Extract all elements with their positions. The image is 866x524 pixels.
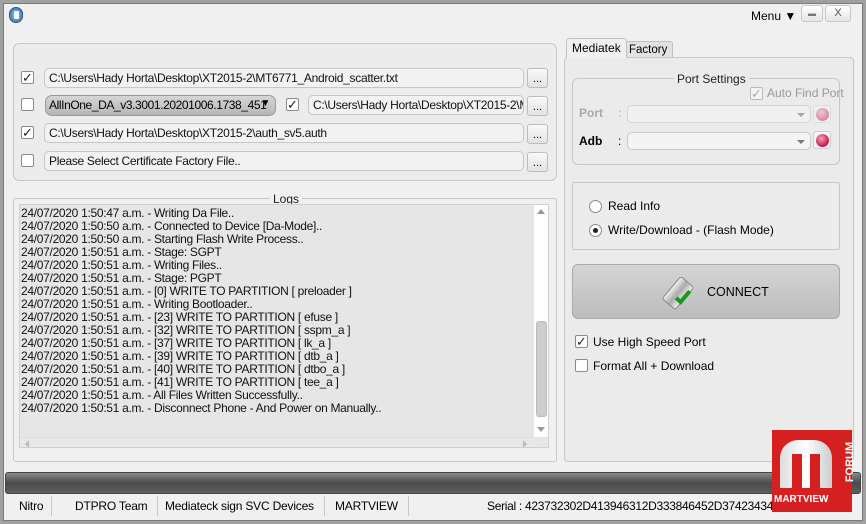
minimize-button[interactable]: ▬ [801, 5, 823, 22]
port-select[interactable] [627, 105, 811, 123]
log-output[interactable]: 24/07/2020 1:50:47 a.m. - Writing Da Fil… [19, 204, 549, 448]
chevron-down-icon: ▼ [260, 98, 271, 109]
tab-mediatek[interactable]: Mediatek [566, 38, 627, 58]
menu-button[interactable]: Menu ▼ [751, 9, 796, 23]
adb-label: Adb [579, 134, 603, 148]
scatter-browse-button[interactable]: ... [527, 68, 548, 88]
adb-colon: : [618, 134, 622, 148]
format-all-checkbox[interactable] [575, 359, 588, 372]
scroll-left-icon[interactable] [25, 440, 29, 447]
da-select[interactable]: AllInOne_DA_v3.3001.20201006.1738_451 ▼ [45, 95, 276, 116]
scroll-right-icon[interactable] [523, 440, 527, 447]
app-icon [9, 7, 23, 23]
auth-path-field[interactable]: C:\Users\Hady Horta\Desktop\XT2015-2\aut… [44, 123, 524, 143]
horizontal-scrollbar[interactable] [20, 437, 535, 447]
close-button[interactable]: X [825, 5, 851, 22]
scatter-path-field[interactable]: C:\Users\Hady Horta\Desktop\XT2015-2\MT6… [44, 68, 524, 88]
da-file-checkbox[interactable]: ✓ [286, 98, 299, 111]
high-speed-port-checkbox[interactable]: ✓ [575, 335, 588, 348]
high-speed-port-label: Use High Speed Port [593, 335, 706, 349]
scroll-up-icon[interactable] [537, 209, 545, 214]
adb-refresh-button[interactable] [813, 131, 831, 149]
auth-checkbox[interactable]: ✓ [21, 126, 34, 139]
mode-group [572, 182, 840, 250]
read-info-radio[interactable] [589, 200, 602, 213]
connect-button[interactable]: CONNECT [572, 264, 840, 319]
vertical-scrollbar[interactable] [534, 205, 548, 437]
port-colon: : [618, 106, 622, 120]
auto-find-port-label: Auto Find Port [767, 86, 844, 100]
refresh-gem-icon [816, 108, 829, 121]
adb-select[interactable] [627, 132, 811, 150]
format-all-label: Format All + Download [593, 359, 715, 373]
status-martview: MARTVIEW [325, 496, 409, 516]
martview-forum-logo: MARTVIEW FORUM [772, 430, 856, 512]
scroll-thumb[interactable] [536, 321, 547, 417]
log-line: 24/07/2020 1:50:51 a.m. - Disconnect Pho… [21, 401, 382, 415]
port-label: Port [579, 106, 603, 120]
write-download-label: Write/Download - (Flash Mode) [608, 223, 774, 237]
serial-number: Serial : 423732302D413946312D333846452D3… [487, 499, 774, 513]
auto-find-port-checkbox[interactable]: ✓ [750, 87, 763, 100]
connect-label: CONNECT [707, 285, 769, 299]
connector-check-icon [661, 274, 701, 312]
da-browse-button[interactable]: ... [527, 96, 548, 116]
cert-browse-button[interactable]: ... [527, 152, 548, 172]
progress-bar [5, 472, 861, 494]
write-download-radio[interactable] [589, 224, 602, 237]
status-nitro: Nitro [11, 496, 53, 516]
scroll-down-icon[interactable] [537, 427, 545, 432]
port-refresh-button[interactable] [813, 105, 831, 123]
da-checkbox[interactable] [21, 98, 34, 111]
da-file-path-field[interactable]: C:\Users\Hady Horta\Desktop\XT2015-2\M [308, 95, 524, 115]
cert-checkbox[interactable] [21, 154, 34, 167]
da-selected-value: AllInOne_DA_v3.3001.20201006.1738_451 [49, 98, 267, 112]
read-info-label: Read Info [608, 199, 661, 213]
logo-text: MARTVIEW [774, 494, 829, 505]
log-lines: 24/07/2020 1:50:47 a.m. - Writing Da Fil… [21, 207, 382, 415]
scatter-checkbox[interactable]: ✓ [21, 71, 34, 84]
auth-browse-button[interactable]: ... [527, 124, 548, 144]
refresh-gem-icon [816, 134, 829, 147]
status-team: DTPRO Team [65, 496, 159, 516]
logo-side-text: FORUM [844, 441, 857, 483]
port-settings-title: Port Settings [674, 72, 749, 86]
status-mediateck: Mediateck sign SVC Devices [155, 496, 325, 516]
tab-factory[interactable]: Factory [623, 41, 674, 58]
cert-path-field[interactable]: Please Select Certificate Factory File.. [44, 151, 524, 171]
